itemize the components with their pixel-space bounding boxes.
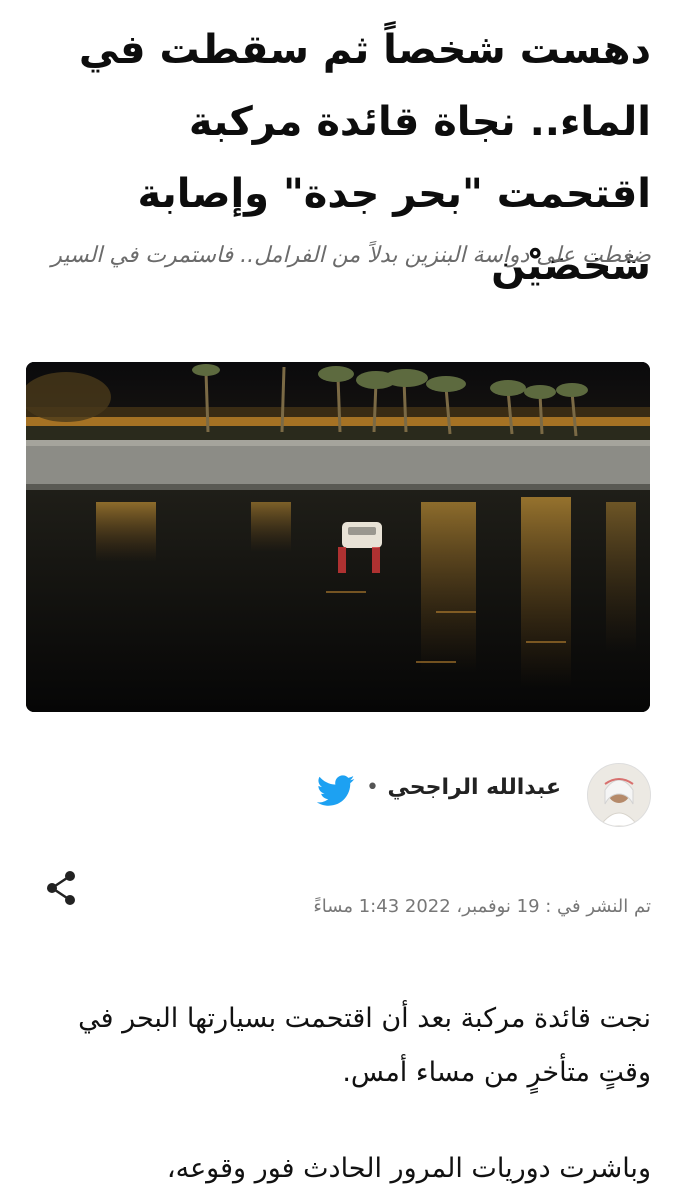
twitter-icon[interactable] <box>316 775 355 807</box>
article-subtitle: ضغطت على دواسة البنزين بدلاً من الفرامل.… <box>51 243 651 268</box>
article-paragraph-2: وباشرت دوريات المرور الحادث فور وقوعه، <box>166 1153 651 1184</box>
article-hero-image[interactable] <box>26 362 650 712</box>
article-page: دهست شخصاً ثم سقطت في الماء.. نجاة قائدة… <box>0 0 675 1200</box>
author-name[interactable]: عبدالله الراجحي <box>388 775 562 800</box>
author-avatar[interactable] <box>587 763 651 827</box>
share-icon[interactable] <box>44 868 80 908</box>
author-separator: • <box>366 775 379 800</box>
author-row: عبدالله الراجحي • <box>300 763 651 827</box>
published-date: تم النشر في : 19 نوفمبر، 2022 1:43 مساءً <box>313 896 651 917</box>
night-sea-car-photo <box>26 362 650 712</box>
article-paragraph-1: نجت قائدة مركبة بعد أن اقتحمت بسيارتها ا… <box>78 1003 651 1088</box>
